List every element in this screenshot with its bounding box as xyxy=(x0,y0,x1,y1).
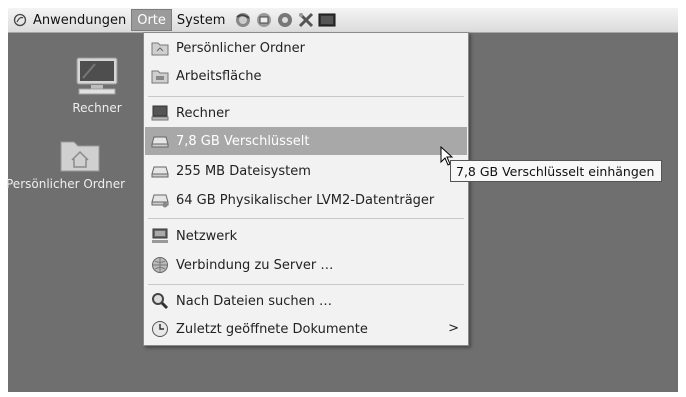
computer-icon xyxy=(76,57,118,95)
help-icon[interactable] xyxy=(276,11,294,29)
menu-item-label: Netzwerk xyxy=(176,228,238,244)
top-panel: Anwendungen Orte System xyxy=(8,8,678,33)
drive-icon xyxy=(150,132,170,150)
settings-icon[interactable] xyxy=(297,11,315,29)
menu-item-search-files[interactable]: Nach Dateien suchen … xyxy=(145,287,467,315)
system-menu-label: System xyxy=(176,12,226,28)
menu-item-encrypted-volume[interactable]: 7,8 GB Verschlüsselt xyxy=(145,127,467,155)
tooltip-text: 7,8 GB Verschlüsselt einhängen xyxy=(456,163,655,179)
desktop-icon-label: Persönlicher Ordner xyxy=(6,177,126,191)
desktop-icon-computer[interactable]: Rechner xyxy=(62,56,132,115)
applications-menu-label: Anwendungen xyxy=(33,12,127,28)
menu-item-label: Rechner xyxy=(176,105,230,121)
search-icon xyxy=(150,292,170,310)
menu-item-label: 64 GB Physikalischer LVM2-Datenträger xyxy=(176,192,435,208)
drive-icon xyxy=(150,191,170,209)
menu-item-label: Arbeitsfläche xyxy=(176,68,262,84)
connect-server-icon xyxy=(150,256,170,274)
menu-item-label: Nach Dateien suchen … xyxy=(176,293,333,309)
menu-item-label: Zuletzt geöffnete Dokumente xyxy=(176,321,368,337)
tooltip: 7,8 GB Verschlüsselt einhängen xyxy=(450,160,662,182)
home-folder-icon xyxy=(60,141,100,172)
home-folder-icon xyxy=(150,39,170,57)
menu-separator xyxy=(148,96,464,97)
menu-item-recent-documents[interactable]: Zuletzt geöffnete Dokumente > xyxy=(145,315,467,343)
drive-icon xyxy=(150,162,170,180)
menu-item-lvm2-volume[interactable]: 64 GB Physikalischer LVM2-Datenträger xyxy=(145,186,467,214)
menu-item-label: 7,8 GB Verschlüsselt xyxy=(176,133,310,149)
menu-item-desktop[interactable]: Arbeitsfläche xyxy=(145,62,467,90)
panel-launchers xyxy=(234,11,336,29)
menu-item-connect-server[interactable]: Verbindung zu Server … xyxy=(145,251,467,279)
network-icon xyxy=(150,227,170,245)
places-menu-button[interactable]: Orte xyxy=(131,9,172,31)
menu-item-computer[interactable]: Rechner xyxy=(145,99,467,127)
menu-item-label: Persönlicher Ordner xyxy=(176,40,305,56)
system-menu-button[interactable]: System xyxy=(172,9,230,31)
firefox-icon[interactable] xyxy=(234,11,252,29)
menu-separator xyxy=(148,218,464,219)
menu-item-filesystem[interactable]: 255 MB Dateisystem xyxy=(145,157,467,185)
mail-icon[interactable] xyxy=(255,11,273,29)
terminal-icon[interactable] xyxy=(318,11,336,29)
gnome-foot-icon xyxy=(13,13,27,27)
places-menu: Persönlicher Ordner Arbeitsfläche Rechne… xyxy=(143,32,469,346)
computer-icon xyxy=(150,104,170,122)
submenu-arrow-icon: > xyxy=(448,321,459,336)
menu-item-label: 255 MB Dateisystem xyxy=(176,163,311,179)
applications-menu-button[interactable]: Anwendungen xyxy=(8,9,131,31)
places-menu-label: Orte xyxy=(137,12,166,28)
recent-documents-icon xyxy=(150,320,170,338)
menu-item-network[interactable]: Netzwerk xyxy=(145,222,467,250)
menu-separator xyxy=(148,284,464,285)
desktop-icon-home-folder[interactable]: Persönlicher Ordner xyxy=(2,136,158,191)
menu-item-home-folder[interactable]: Persönlicher Ordner xyxy=(145,34,467,62)
desktop-folder-icon xyxy=(150,67,170,85)
menu-item-label: Verbindung zu Server … xyxy=(176,257,334,273)
desktop-icon-label: Rechner xyxy=(72,101,122,115)
